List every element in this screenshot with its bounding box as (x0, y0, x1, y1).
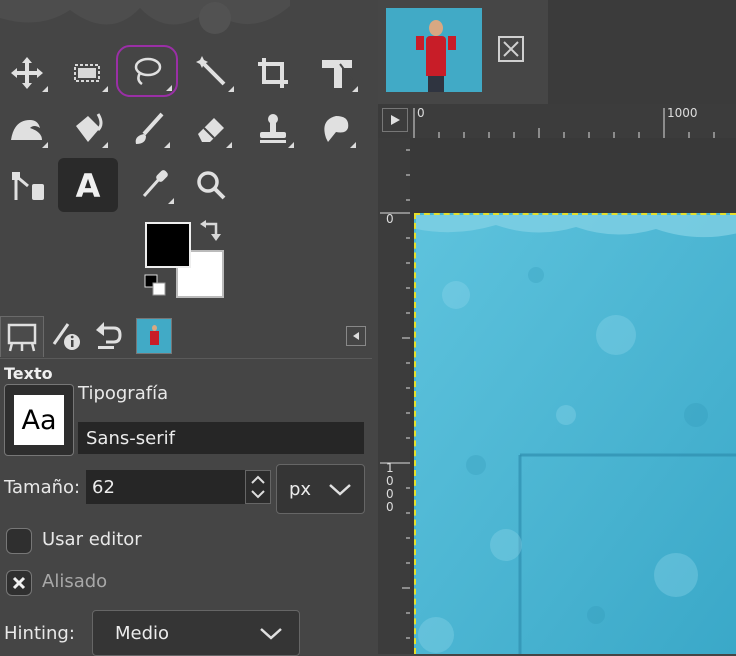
font-preview-button[interactable]: Aa (4, 384, 74, 456)
font-preview: Aa (14, 395, 64, 445)
toolbox-panel: A Texto Aa Tipografía Sans-serif Tamaño:… (0, 0, 378, 656)
smudge-tool[interactable] (310, 106, 360, 152)
use-editor-label: Usar editor (42, 529, 142, 550)
dock-tabs (0, 316, 372, 359)
chevron-down-icon (260, 628, 282, 640)
magic-wand-icon (196, 56, 226, 86)
image-canvas[interactable] (414, 213, 736, 654)
clone-tool[interactable] (248, 106, 298, 152)
smudge-icon (324, 116, 349, 142)
use-editor-checkbox[interactable] (6, 528, 32, 554)
font-name-field[interactable]: Sans-serif (78, 422, 364, 454)
size-unit-dropdown[interactable]: px (276, 464, 365, 514)
vertical-ruler: 0 1 0 0 0 (378, 138, 410, 654)
paintbrush-icon (135, 112, 164, 144)
v-ruler-digit: 1 (386, 461, 394, 475)
chevron-down-icon (329, 484, 351, 496)
text-tool-icon: A (76, 167, 101, 204)
undo-history-icon (96, 322, 122, 349)
v-ruler-label-0: 0 (386, 212, 394, 226)
v-ruler-digit: 0 (386, 500, 394, 514)
play-triangle-icon (391, 115, 400, 125)
lasso-icon (134, 57, 162, 86)
tool-options-icon (7, 323, 37, 352)
eraser-tool[interactable] (186, 106, 236, 152)
antialias-label: Alisado (42, 571, 108, 592)
image-thumbnail-small (136, 318, 172, 354)
v-ruler-label-1000: 1 0 0 0 (386, 462, 394, 514)
swap-colors-icon[interactable] (198, 220, 224, 246)
tab-device-status[interactable] (46, 316, 86, 356)
tab-tool-options[interactable] (0, 316, 44, 357)
text-tool[interactable]: A (58, 158, 118, 212)
crop-tool[interactable] (248, 50, 298, 96)
h-ruler-label-0: 0 (417, 106, 425, 120)
unified-transform-tool[interactable] (312, 50, 362, 96)
quick-mask-button[interactable] (382, 108, 408, 132)
unit-value: px (289, 478, 312, 500)
color-picker-icon (142, 170, 168, 197)
tab-undo-history[interactable] (88, 316, 128, 356)
close-icon (503, 41, 519, 57)
foreground-color-swatch[interactable] (145, 222, 191, 268)
hinting-dropdown[interactable]: Medio (92, 610, 300, 656)
spinner-arrows-icon (251, 475, 265, 499)
fuzzy-select-tool[interactable] (188, 50, 238, 96)
paths-tool[interactable] (2, 162, 52, 208)
vertical-ruler-ticks (380, 149, 410, 639)
wilber-decoration (0, 0, 290, 34)
warp-transform-tool[interactable] (2, 106, 52, 152)
horizontal-ruler: 0 1000 (410, 104, 736, 138)
close-image-tab-button[interactable] (498, 36, 524, 62)
bucket-fill-tool[interactable] (62, 106, 112, 152)
size-label: Tamaño: (4, 477, 81, 498)
font-label: Tipografía (78, 383, 169, 404)
size-spinner[interactable] (245, 470, 271, 504)
antialias-checkbox[interactable] (6, 570, 32, 596)
v-ruler-digit: 0 (386, 474, 394, 488)
checkmark-x-icon (12, 576, 26, 590)
rect-select-tool[interactable] (62, 50, 112, 96)
clone-stamp-icon (260, 114, 286, 143)
zoom-tool[interactable] (186, 162, 236, 208)
transform-icon (322, 60, 353, 88)
size-field[interactable]: 62 (86, 470, 246, 504)
hinting-value: Medio (115, 622, 170, 644)
lasso-tool[interactable] (116, 45, 178, 97)
image-tab[interactable] (378, 0, 548, 104)
default-colors-icon[interactable] (144, 274, 170, 300)
zoom-icon (197, 171, 226, 200)
eraser-icon (198, 118, 224, 142)
paintbrush-tool[interactable] (124, 106, 174, 152)
h-ruler-label-1000: 1000 (667, 106, 698, 120)
move-tool[interactable] (2, 50, 52, 96)
tool-options-title: Texto (4, 364, 53, 383)
svg-text:A: A (76, 167, 101, 204)
hinting-label: Hinting: (4, 623, 75, 644)
blue-wall-texture (416, 215, 736, 654)
color-picker-tool[interactable] (128, 162, 178, 208)
rect-select-icon (74, 64, 100, 82)
warp-icon (11, 120, 42, 140)
bucket-fill-icon (76, 113, 103, 142)
v-ruler-digit: 0 (386, 487, 394, 501)
configure-tab-button[interactable] (346, 326, 366, 346)
triangle-left-icon (353, 332, 359, 340)
image-tab-thumbnail (386, 8, 482, 92)
device-info-icon (52, 323, 80, 350)
move-icon (11, 57, 43, 89)
paths-icon (12, 172, 44, 200)
tab-images[interactable] (134, 316, 174, 356)
crop-icon (258, 58, 288, 88)
